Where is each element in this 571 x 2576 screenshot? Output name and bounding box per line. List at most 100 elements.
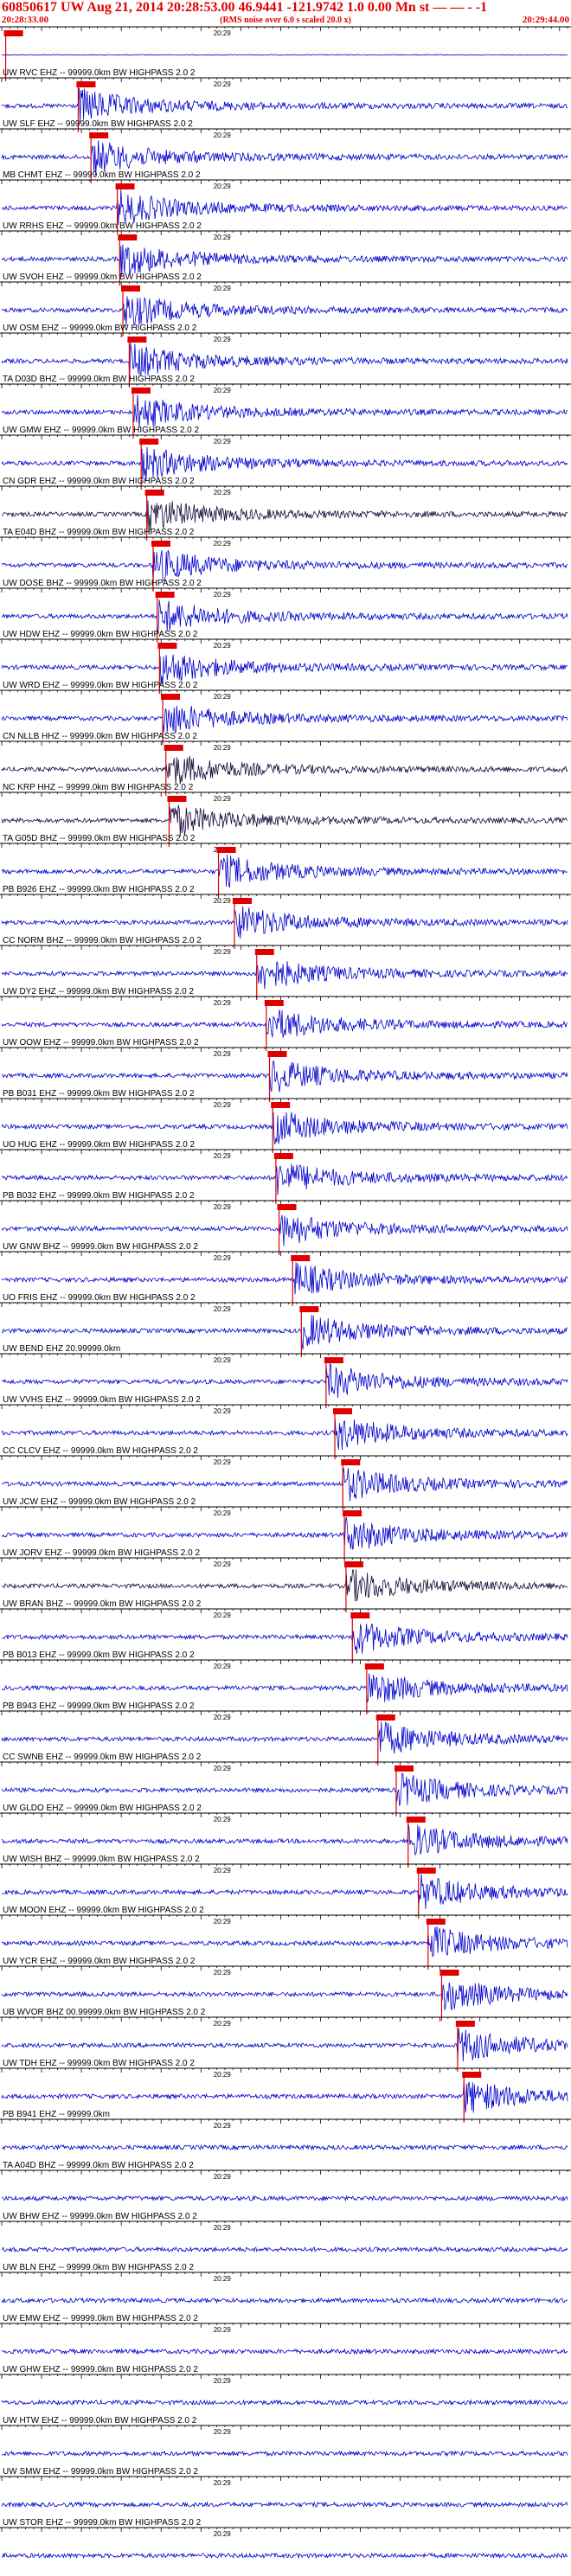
pick-flag xyxy=(127,336,147,343)
tick-label: 20:29 xyxy=(214,2071,232,2079)
station-label: UW EMW EHZ -- 99999.0km BW HIGHPASS 2.0 … xyxy=(3,2314,198,2323)
station-label: PB B013 EHZ -- 99999.0km BW HIGHPASS 2.0… xyxy=(3,1650,195,1660)
tick-label: 20:29 xyxy=(214,336,232,343)
station-label: UW YCR EHZ -- 99999.0km BW HIGHPASS 2.0 … xyxy=(3,1957,196,1966)
waveform-line xyxy=(1,1772,568,1806)
trace-row: 20:29 UW HTW EHZ -- 99999.0km BW HIGHPASS… xyxy=(0,2416,571,2457)
trace-row: 20:29 UW GHW EHZ -- 99999.0km BW HIGHPASS… xyxy=(0,2365,571,2406)
pick-flag xyxy=(350,1612,370,1618)
waveform-line xyxy=(1,2501,568,2509)
waveform-line xyxy=(1,549,568,583)
pick-flag xyxy=(333,1408,353,1414)
pick-flag xyxy=(277,1204,297,1210)
pick-flag xyxy=(139,439,159,445)
station-label: UW BHW EHZ -- 99999.0km BW HIGHPASS 2.0 … xyxy=(3,2212,197,2221)
station-label: CC CLCV EHZ -- 99999.0km BW HIGHPASS 2.0… xyxy=(3,1446,198,1456)
station-label: UW BRAN BHZ -- 99999.0km BW HIGHPASS 2.0… xyxy=(3,1599,202,1609)
pick-flag xyxy=(273,1153,293,1159)
tick-label: 20:29 xyxy=(214,2530,232,2538)
waveform-line xyxy=(1,2399,568,2406)
pick-flag xyxy=(115,183,135,189)
station-label: UW RVC EHZ -- 99999.0km BW HIGHPASS 2.0 … xyxy=(3,68,196,78)
waveform-line xyxy=(1,2195,568,2202)
station-label: UW GHW EHZ -- 99999.0km BW HIGHPASS 2.0 … xyxy=(3,2365,198,2374)
tick-label: 20:29 xyxy=(214,1203,232,1211)
pick-flag xyxy=(131,388,151,394)
tick-label: 20:29 xyxy=(214,2377,232,2385)
station-label: UW STOR EHZ -- 99999.0km BW HIGHPASS 2.0… xyxy=(3,2518,202,2528)
station-label: UW OSM EHZ -- 99999.0km BW HIGHPASS 2.0 … xyxy=(3,324,197,333)
waveform-line xyxy=(1,2348,568,2355)
tick-label: 20:29 xyxy=(214,897,232,905)
tick-label: 20:29 xyxy=(214,29,232,37)
pick-flag xyxy=(121,285,141,292)
station-label: UW WISH BHZ -- 99999.0km BW HIGHPASS 2.0… xyxy=(3,1855,200,1864)
station-label: UW BLN EHZ -- 99999.0km BW HIGHPASS 2.0 … xyxy=(3,2263,194,2272)
station-label: TA D03D BHZ -- 99999.0km BW HIGHPASS 2.0… xyxy=(3,375,195,384)
station-label: UW WRD EHZ -- 99999.0km BW HIGHPASS 2.0 … xyxy=(3,681,198,690)
tick-label: 20:29 xyxy=(214,2275,232,2283)
waveform-line xyxy=(1,2297,568,2304)
trace-row: 20:29 UW BHW EHZ -- 99999.0km BW HIGHPASS… xyxy=(0,2212,571,2253)
waveform-line xyxy=(1,706,568,734)
waveform-line xyxy=(1,1569,568,1602)
trace-row: 20:29 UW SMW EHZ -- 99999.0km BW HIGHPASS… xyxy=(0,2467,571,2509)
waveform-line xyxy=(1,2246,568,2253)
waveform-line xyxy=(1,756,568,785)
pick-flag xyxy=(164,745,183,751)
tick-label: 20:29 xyxy=(214,1356,232,1364)
seismogram-plot: 20:29 20:29 UW RVC EHZ -- 99999.0km BW HIG… xyxy=(0,26,571,2560)
tick-label: 20:29 xyxy=(214,642,232,650)
station-label: CN GDR EHZ -- 99999.0km BW HIGHPASS 2.0 … xyxy=(3,477,195,486)
pick-flag xyxy=(343,1510,362,1516)
tick-label: 20:29 xyxy=(214,744,232,752)
station-label: MB CHMT EHZ -- 99999.0km BW HIGHPASS 2.0… xyxy=(3,170,201,180)
tick-label: 20:29 xyxy=(214,80,232,88)
station-label: UO FRIS EHZ -- 99999.0km BW HIGHPASS 2.0… xyxy=(3,1293,196,1303)
tick-label: 20:29 xyxy=(214,183,232,190)
tick-label: 20:29 xyxy=(214,1612,232,1619)
waveform-line xyxy=(1,394,568,428)
station-label: UW MOON EHZ -- 99999.0km BW HIGHPASS 2.0… xyxy=(3,1906,204,1915)
station-label: TA G05D BHZ -- 99999.0km BW HIGHPASS 2.0… xyxy=(3,834,196,843)
waveform-line xyxy=(1,1363,568,1399)
tick-label: 20:29 xyxy=(214,999,232,1007)
station-label: UW GMW EHZ -- 99999.0km BW HIGHPASS 2.0 … xyxy=(3,426,200,435)
tick-label: 20:29 xyxy=(214,1050,232,1058)
waveform-line xyxy=(1,2552,568,2560)
tick-label: 20:29 xyxy=(214,438,232,445)
waveform-line xyxy=(1,1926,568,1958)
pick-flag xyxy=(144,490,164,496)
tick-label: 20:29 xyxy=(214,1867,232,1874)
tick-label: 20:29 xyxy=(214,1305,232,1313)
pick-flag xyxy=(151,541,171,547)
station-label: UW JCW EHZ -- 99999.0km BW HIGHPASS 2.0 … xyxy=(3,1497,196,1507)
pick-flag xyxy=(232,898,252,904)
station-label: CC SWNB EHZ -- 99999.0km BW HIGHPASS 2.0… xyxy=(3,1753,202,1762)
pick-flag xyxy=(291,1255,311,1261)
station-label: UB WVOR BHZ 00.99999.0km BW HIGHPASS 2.0… xyxy=(3,2008,206,2017)
waveform-line xyxy=(1,87,568,122)
trace-row: 20:29 UW BLN EHZ -- 99999.0km BW HIGHPASS… xyxy=(0,2263,571,2304)
station-label: UW JORV EHZ -- 99999.0km BW HIGHPASS 2.0… xyxy=(3,1548,200,1558)
station-label: PB B941 EHZ -- 99999.0km xyxy=(3,2110,110,2119)
station-label: UW TDH EHZ -- 99999.0km BW HIGHPASS 2.0 … xyxy=(3,2059,195,2068)
waveform-line xyxy=(1,1061,568,1093)
station-label: UW GLDO EHZ -- 99999.0km BW HIGHPASS 2.0… xyxy=(3,1804,202,1813)
pick-flag xyxy=(439,1970,459,1976)
station-label: TA E04D BHZ -- 99999.0km BW HIGHPASS 2.0… xyxy=(3,528,195,537)
station-label: UW DY2 EHZ -- 99999.0km BW HIGHPASS 2.0 … xyxy=(3,987,194,996)
waveform-line xyxy=(1,343,568,377)
station-label: PB B943 EHZ -- 99999.0km BW HIGHPASS 2.0… xyxy=(3,1701,195,1711)
waveform-line xyxy=(1,189,568,225)
pick-flag xyxy=(161,694,181,700)
tick-label: 20:29 xyxy=(214,489,232,497)
pick-flag xyxy=(426,1919,446,1925)
station-label: PB B032 EHZ -- 99999.0km BW HIGHPASS 2.0… xyxy=(3,1191,195,1201)
pick-flag xyxy=(343,1561,363,1567)
waveform-line xyxy=(1,961,568,990)
tick-label: 20:29 xyxy=(214,948,232,956)
pick-flag xyxy=(3,30,23,36)
station-label: UW RRHS EHZ -- 99999.0km BW HIGHPASS 2.0… xyxy=(3,221,202,231)
tick-label: 20:29 xyxy=(214,2020,232,2028)
